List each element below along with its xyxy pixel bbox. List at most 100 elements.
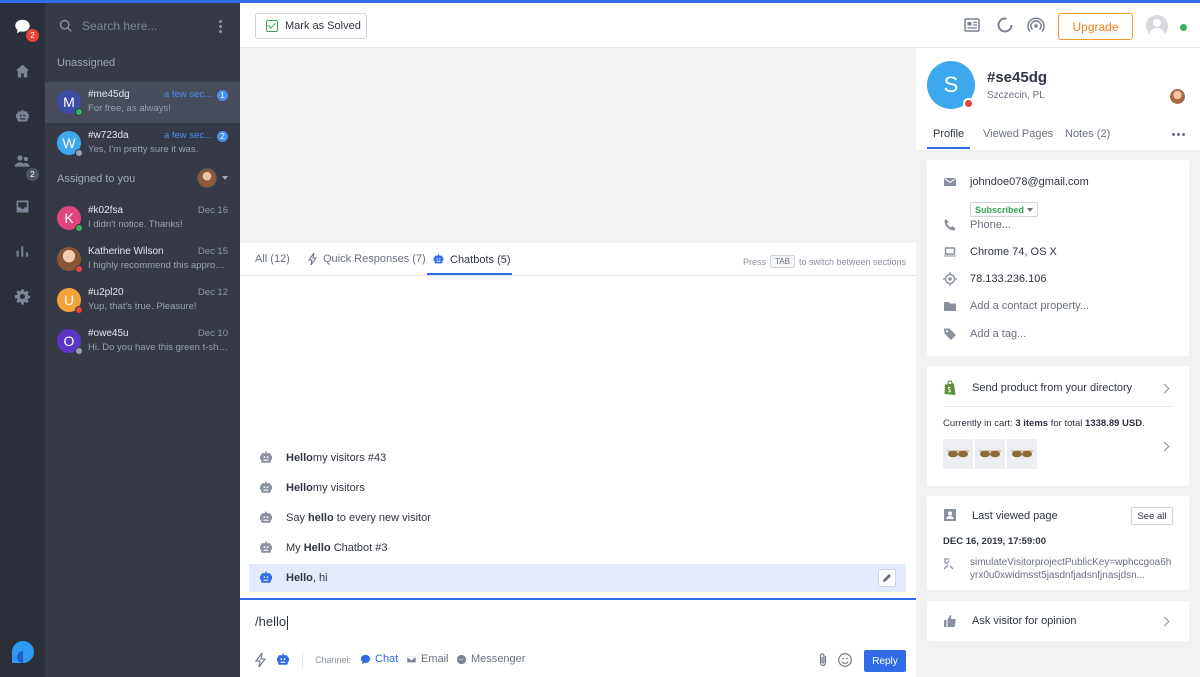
- chatbot-response-item[interactable]: My Hello Chatbot #3: [249, 534, 906, 562]
- chatbot-response-item[interactable]: Hello my visitors: [249, 474, 906, 502]
- send-product-link[interactable]: Send product from your directory: [972, 382, 1132, 394]
- chatbot-response-item[interactable]: Say hello to every new visitor: [249, 504, 906, 532]
- contact-card-icon: [944, 509, 956, 521]
- rail-chatbots[interactable]: [0, 101, 45, 131]
- chatbot-response-item-selected[interactable]: Hello, hi: [249, 564, 906, 592]
- subscription-dropdown[interactable]: Subscribed: [970, 202, 1039, 217]
- last-viewed-url[interactable]: simulateVisitorprojectPublicKey=wphccgoa…: [970, 556, 1175, 582]
- product-thumbnail[interactable]: [975, 439, 1005, 469]
- mark-as-solved-label: Mark as Solved: [285, 20, 361, 32]
- product-thumbnail[interactable]: [943, 439, 973, 469]
- channel-messenger[interactable]: Messenger: [456, 653, 525, 665]
- chevron-down-icon[interactable]: [222, 176, 228, 180]
- tab-all[interactable]: All (12): [255, 253, 290, 265]
- see-all-button[interactable]: See all: [1131, 507, 1173, 525]
- link-icon: [943, 558, 954, 570]
- emoji-icon[interactable]: [837, 652, 853, 668]
- message-input[interactable]: /hello: [255, 614, 289, 630]
- tab-viewed-pages[interactable]: Viewed Pages: [983, 128, 1053, 140]
- conversation-item[interactable]: K #k02fsa Dec 16 I didn't notice. Thanks…: [45, 198, 240, 239]
- response-text: , hi: [312, 572, 328, 584]
- edit-button[interactable]: [878, 569, 896, 587]
- tab-chatbots[interactable]: Chatbots (5): [432, 253, 511, 266]
- chat-panel: All (12) Quick Responses (7) Chatbots (5…: [240, 243, 916, 677]
- conversation-name: #u2pl20: [88, 287, 124, 298]
- text-caret: [287, 615, 289, 630]
- top-bar: Mark as Solved Upgrade: [240, 3, 1200, 48]
- messenger-icon: [456, 654, 467, 664]
- gear-icon: [14, 288, 31, 305]
- tab-chatbots-label: Chatbots (5): [450, 253, 511, 266]
- conversation-preview: For free, as always!: [88, 103, 171, 114]
- unassigned-heading: Unassigned: [57, 57, 116, 69]
- bot-icon: [16, 109, 29, 122]
- rail-chats[interactable]: 2: [0, 11, 45, 42]
- add-tag-row[interactable]: Add a tag...: [943, 327, 1026, 341]
- more-menu-icon[interactable]: [219, 20, 223, 33]
- conversation-item[interactable]: Katherine Wilson Dec 15 I highly recomme…: [45, 239, 240, 280]
- nav-rail: 2 2: [0, 0, 45, 677]
- opinion-label: Ask visitor for opinion: [972, 615, 1077, 627]
- email-row[interactable]: johndoe078@gmail.com: [943, 175, 1089, 189]
- sunglasses-icon: [979, 450, 1001, 458]
- broadcast-icon[interactable]: [1026, 15, 1046, 35]
- tab-profile[interactable]: Profile: [933, 128, 964, 140]
- rail-inbox[interactable]: [0, 191, 45, 221]
- composer-toolbar: Channel: Chat Email Messenger Reply: [240, 645, 916, 675]
- conversation-item[interactable]: M #me45dg a few sec... 1 For free, as al…: [45, 82, 240, 123]
- product-thumbnail[interactable]: [1007, 439, 1037, 469]
- chevron-down-icon: [1027, 207, 1034, 212]
- chevron-right-icon[interactable]: [1159, 441, 1170, 452]
- loading-ring-icon[interactable]: [995, 15, 1015, 35]
- user-avatar[interactable]: [1146, 15, 1168, 37]
- channel-label: Channel:: [315, 655, 352, 665]
- more-options-icon[interactable]: [1172, 133, 1185, 136]
- active-tab-indicator: [427, 273, 512, 275]
- thumbs-icon: [944, 615, 956, 628]
- response-text: my visitors #43: [312, 452, 387, 464]
- rail-settings[interactable]: [0, 281, 45, 311]
- paperclip-icon[interactable]: [815, 652, 831, 668]
- conversation-item[interactable]: U #u2pl20 Dec 12 Yup, that's true. Pleas…: [45, 280, 240, 321]
- upgrade-button[interactable]: Upgrade: [1058, 13, 1133, 40]
- mark-as-solved-button[interactable]: Mark as Solved: [255, 13, 367, 39]
- chatbot-response-item[interactable]: Hello my visitors #43: [249, 444, 906, 472]
- rail-analytics[interactable]: [0, 236, 45, 266]
- agent-avatar[interactable]: [197, 168, 217, 188]
- rail-home[interactable]: [0, 56, 45, 86]
- tab-notes[interactable]: Notes (2): [1065, 128, 1110, 140]
- search-input[interactable]: [82, 19, 212, 33]
- conversation-preview: I highly recommend this approach t...: [88, 260, 228, 271]
- channel-chat[interactable]: Chat: [360, 653, 398, 665]
- home-icon: [15, 64, 30, 77]
- reply-button[interactable]: Reply: [864, 650, 906, 672]
- newspaper-icon[interactable]: [962, 15, 982, 35]
- conversation-preview: Yes, I'm pretty sure it was.: [88, 144, 199, 155]
- assigned-agent-avatar[interactable]: [1170, 89, 1185, 104]
- rail-contacts[interactable]: 2: [0, 146, 45, 181]
- conversation-name: #k02fsa: [88, 205, 124, 216]
- tab-quick-responses[interactable]: Quick Responses (7): [308, 253, 426, 265]
- add-property-row[interactable]: Add a contact property...: [943, 299, 1089, 313]
- users-icon: [14, 155, 30, 167]
- bot-icon[interactable]: [275, 652, 291, 668]
- ip-row: 78.133.236.106: [943, 272, 1046, 286]
- top-accent-line: [0, 0, 1200, 3]
- email-value: johndoe078@gmail.com: [970, 176, 1089, 188]
- highlight: Hello: [286, 452, 313, 464]
- laptop-icon: [944, 247, 956, 257]
- envelope-icon: [406, 655, 417, 663]
- conversation-name: #me45dg: [88, 89, 130, 100]
- channel-email[interactable]: Email: [406, 653, 449, 665]
- bot-icon: [260, 571, 272, 583]
- response-text: my visitors: [312, 482, 365, 494]
- conversation-item[interactable]: W #w723da a few sec... 2 Yes, I'm pretty…: [45, 123, 240, 164]
- conversation-item[interactable]: O #owe45u Dec 10 Hi. Do you have this gr…: [45, 321, 240, 362]
- status-dot: [75, 347, 83, 355]
- chevron-right-icon[interactable]: [1159, 383, 1170, 394]
- tab-quick-responses-label: Quick Responses (7): [323, 253, 426, 265]
- opinion-card[interactable]: Ask visitor for opinion: [927, 601, 1189, 641]
- status-dot: [75, 224, 83, 232]
- lightning-icon[interactable]: [253, 652, 269, 668]
- phone-row[interactable]: Phone...: [943, 218, 1011, 232]
